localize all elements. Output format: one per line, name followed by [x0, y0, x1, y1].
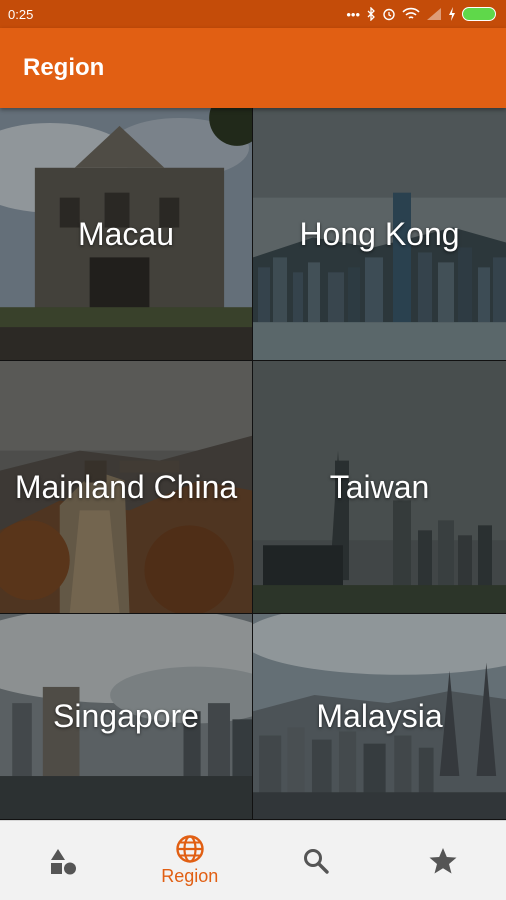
region-tile-mainland-china[interactable]: Mainland China — [0, 361, 253, 614]
page-title: Region — [23, 54, 105, 81]
nav-search[interactable] — [253, 821, 380, 900]
region-label: Hong Kong — [299, 215, 460, 252]
more-dots-icon: ••• — [346, 6, 360, 22]
nav-favorites[interactable] — [380, 821, 506, 900]
region-tile-taiwan[interactable]: Taiwan — [253, 361, 506, 614]
region-tile-malaysia[interactable]: Malaysia — [253, 614, 506, 820]
wifi-icon — [402, 7, 420, 19]
signal-icon — [427, 8, 441, 20]
charging-icon — [449, 7, 455, 21]
region-label: Malaysia — [316, 698, 443, 734]
alarm-icon — [383, 8, 395, 21]
app-bar: Region — [0, 28, 506, 108]
search-icon — [304, 848, 329, 874]
region-tile-hong-kong[interactable]: Hong Kong — [253, 108, 506, 361]
bottom-nav: Region — [0, 820, 506, 900]
status-bar: 0:25 ••• — [0, 0, 506, 28]
star-icon — [429, 847, 457, 873]
nav-region[interactable]: Region — [127, 821, 254, 900]
status-icons: ••• — [346, 7, 496, 22]
battery-icon — [462, 7, 496, 21]
status-time: 0:25 — [8, 6, 34, 22]
region-label: Macau — [77, 215, 175, 252]
region-tile-macau[interactable]: Macau — [0, 108, 253, 361]
region-label: Singapore — [53, 698, 199, 734]
region-grid: Macau Hong Kong Mainland China Taiwan Si… — [0, 108, 506, 820]
region-tile-singapore[interactable]: Singapore — [0, 614, 253, 820]
region-label: Taiwan — [329, 468, 430, 505]
region-label: Mainland China — [14, 468, 238, 505]
nav-categories[interactable] — [0, 821, 127, 900]
categories-icon — [51, 848, 77, 874]
bluetooth-icon — [367, 7, 375, 21]
globe-icon — [176, 835, 204, 863]
nav-region-label: Region — [161, 866, 219, 886]
